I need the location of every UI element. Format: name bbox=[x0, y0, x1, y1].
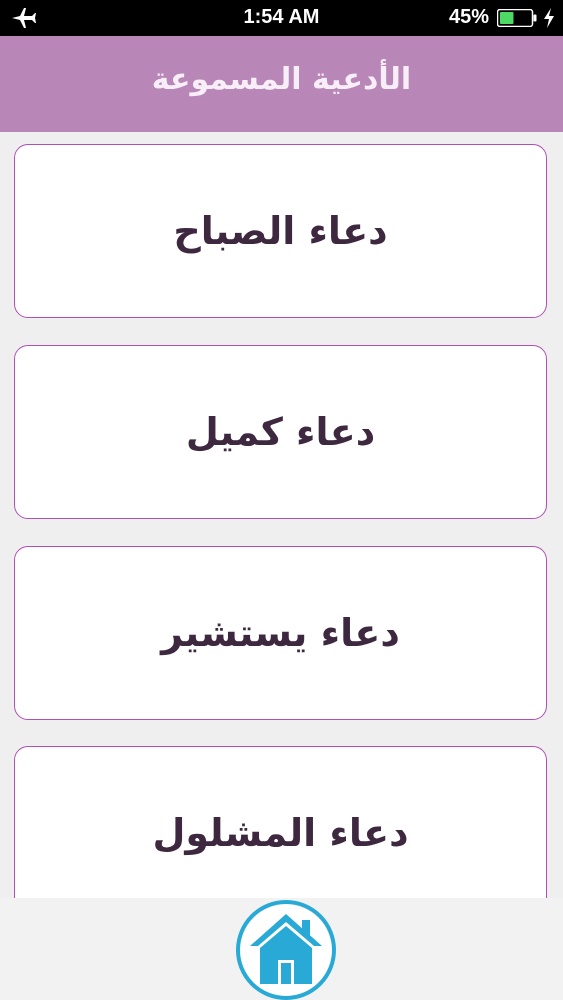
battery-percent: 45% bbox=[448, 6, 489, 28]
list-item-dua-mashlool[interactable]: دعاء المشلول bbox=[14, 746, 547, 898]
list-item-dua-kumayl[interactable]: دعاء كميل bbox=[14, 345, 547, 519]
list-item-label: دعاء الصباح bbox=[173, 209, 388, 253]
nav-bar: الأدعية المسموعة bbox=[0, 36, 563, 132]
list-item-label: دعاء يستشير bbox=[161, 611, 400, 655]
home-button[interactable] bbox=[236, 900, 336, 1000]
list-item-label: دعاء المشلول bbox=[152, 811, 409, 855]
list-item-dua-yastasheer[interactable]: دعاء يستشير bbox=[14, 546, 547, 720]
charging-bolt-icon bbox=[544, 8, 554, 28]
list-item-dua-sabah[interactable]: دعاء الصباح bbox=[14, 144, 547, 318]
battery-icon bbox=[497, 9, 537, 27]
status-bar: 1:54 AM 45% bbox=[0, 0, 563, 36]
supplication-list[interactable]: دعاء الصباح دعاء كميل دعاء يستشير دعاء ا… bbox=[0, 132, 563, 898]
list-item-label: دعاء كميل bbox=[185, 410, 376, 454]
page-title: الأدعية المسموعة bbox=[151, 62, 412, 97]
